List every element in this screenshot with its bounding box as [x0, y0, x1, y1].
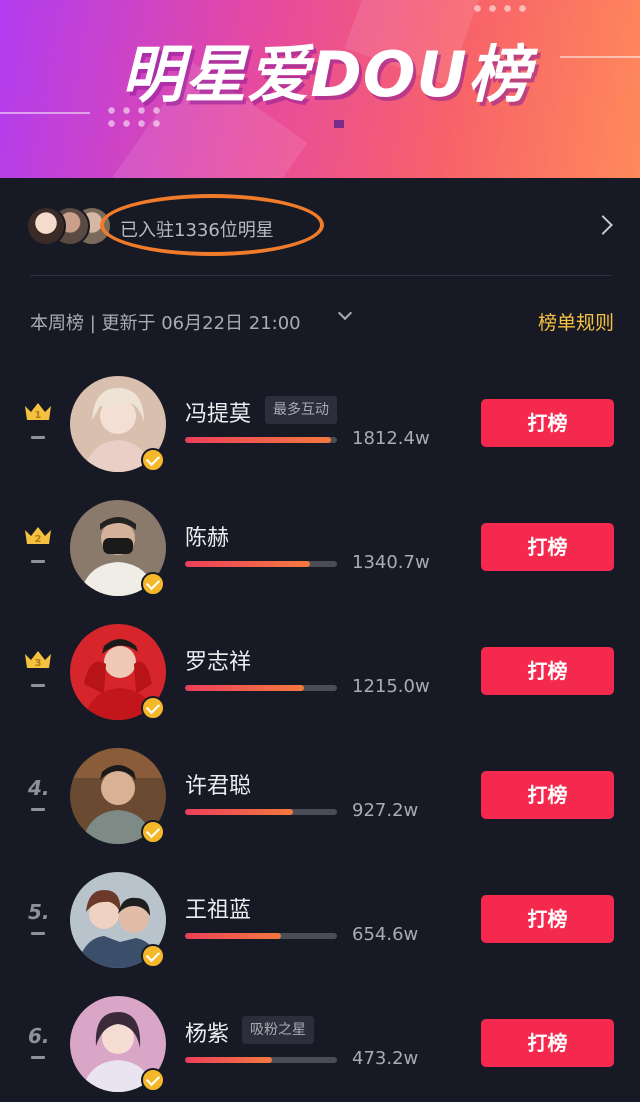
divider — [30, 275, 612, 276]
chevron-right-icon[interactable] — [593, 215, 613, 235]
progress-fill — [185, 933, 281, 939]
banner-title: 明星爱DOU榜 — [121, 38, 531, 111]
ranking-row[interactable]: 4. 许君聪 927.2w 打榜 — [0, 748, 640, 858]
progress-bar — [185, 933, 337, 939]
rank-change-icon — [31, 684, 45, 687]
vote-button[interactable]: 打榜 — [481, 771, 614, 819]
crown-icon: 1 — [25, 403, 51, 421]
chevron-down-icon[interactable] — [337, 305, 353, 321]
vote-button[interactable]: 打榜 — [481, 647, 614, 695]
ranking-row[interactable]: 1 冯提莫 最多互动 1812.4w 打榜 — [0, 376, 640, 486]
star-name: 杨紫 — [185, 1022, 230, 1047]
verified-badge-icon — [141, 1068, 165, 1092]
progress-fill — [185, 685, 304, 691]
banner-line — [560, 56, 640, 58]
rank-change-icon — [31, 436, 45, 439]
crown-icon: 3 — [25, 651, 51, 669]
verified-badge-icon — [141, 820, 165, 844]
crown-icon: 2 — [25, 527, 51, 545]
vote-button[interactable]: 打榜 — [481, 1019, 614, 1067]
verified-badge-icon — [141, 696, 165, 720]
rank-number: 2 — [35, 534, 42, 545]
rank-number: 3 — [35, 658, 42, 669]
verified-badge-icon — [141, 944, 165, 968]
progress-bar — [185, 809, 337, 815]
progress-fill — [185, 437, 331, 443]
progress-bar — [185, 1057, 337, 1063]
star-name: 王祖蓝 — [185, 898, 252, 923]
rank-change-icon — [31, 932, 45, 935]
score: 654.6w — [352, 924, 419, 945]
rank-number: 1 — [35, 410, 42, 421]
rank-number: 4. — [28, 776, 50, 800]
progress-fill — [185, 1057, 272, 1063]
verified-badge-icon — [141, 448, 165, 472]
banner-dots — [470, 2, 530, 16]
banner: 明星爱DOU榜 — [0, 0, 640, 178]
ranking-row[interactable]: 6. 杨紫 吸粉之星 473.2w 打榜 — [0, 996, 640, 1102]
score: 1215.0w — [352, 676, 430, 697]
vote-button[interactable]: 打榜 — [481, 399, 614, 447]
ranking-row[interactable]: 5. 王祖蓝 654.6w 打榜 — [0, 872, 640, 982]
vote-button[interactable]: 打榜 — [481, 895, 614, 943]
avatar — [26, 206, 66, 246]
star-name: 陈赫 — [185, 526, 230, 551]
rank-number: 6. — [28, 1024, 50, 1048]
rank-change-icon — [31, 808, 45, 811]
banner-decoration — [334, 120, 344, 128]
week-label: 本周榜 | 更新于 06月22日 21:00 — [30, 313, 301, 334]
progress-fill — [185, 561, 310, 567]
progress-bar — [185, 561, 337, 567]
rank-number: 5. — [28, 900, 50, 924]
rank-change-icon — [31, 560, 45, 563]
score: 1812.4w — [352, 428, 430, 449]
star-name: 冯提莫 — [185, 402, 252, 427]
star-name: 罗志祥 — [185, 650, 252, 675]
banner-line — [0, 112, 90, 114]
avatar-stack — [26, 206, 112, 246]
highlight-annotation-oval — [100, 194, 324, 256]
rank-change-icon — [31, 1056, 45, 1059]
ranking-row[interactable]: 2 陈赫 1340.7w 打榜 — [0, 500, 640, 610]
vote-button[interactable]: 打榜 — [481, 523, 614, 571]
verified-badge-icon — [141, 572, 165, 596]
progress-bar — [185, 437, 337, 443]
rules-link[interactable]: 榜单规则 — [538, 308, 614, 335]
progress-fill — [185, 809, 293, 815]
star-tag: 吸粉之星 — [242, 1016, 314, 1044]
ranking-row[interactable]: 3 罗志祥 1215.0w 打榜 — [0, 624, 640, 734]
week-header: 本周榜 | 更新于 06月22日 21:00 榜单规则 — [30, 305, 614, 336]
score: 473.2w — [352, 1048, 419, 1069]
score: 927.2w — [352, 800, 419, 821]
score: 1340.7w — [352, 552, 430, 573]
star-tag: 最多互动 — [265, 396, 337, 424]
stars-joined-row[interactable]: 已入驻1336位明星 — [0, 178, 640, 276]
progress-bar — [185, 685, 337, 691]
star-name: 许君聪 — [185, 774, 252, 799]
